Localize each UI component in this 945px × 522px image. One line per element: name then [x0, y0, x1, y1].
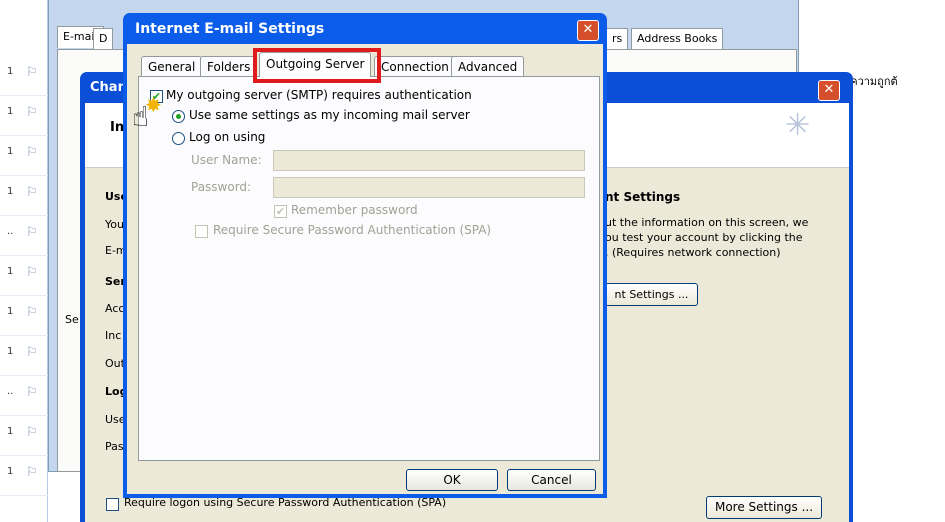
use-same-settings-label: Use same settings as my incoming mail se… — [189, 108, 470, 122]
password-label: Password: — [191, 180, 252, 194]
flag-icon[interactable]: ⚐ — [26, 225, 38, 240]
password-field[interactable] — [273, 177, 585, 198]
message-row[interactable]: .. ⚐ — [0, 216, 48, 256]
tab-data[interactable]: D — [93, 28, 114, 50]
account-settings-label: Se — [65, 313, 79, 326]
flag-icon[interactable]: ⚐ — [26, 425, 38, 440]
tab-address-books[interactable]: Address Books — [631, 28, 724, 50]
password-label-bg: Pas — [105, 440, 124, 453]
flag-icon[interactable]: ⚐ — [26, 145, 38, 160]
test-account-settings-button[interactable]: nt Settings ... — [605, 283, 698, 306]
message-row[interactable]: 1 ⚐ — [0, 56, 48, 96]
tab-connection[interactable]: Connection — [374, 56, 456, 77]
use-same-settings-radio[interactable] — [172, 110, 185, 123]
change-account-title: Chan — [90, 80, 127, 95]
flag-icon[interactable]: ⚐ — [26, 265, 38, 280]
message-number: 1 — [7, 466, 14, 477]
flag-icon[interactable]: ⚐ — [26, 185, 38, 200]
message-number: 1 — [7, 146, 14, 157]
incoming-server-label: Inc — [105, 329, 122, 342]
flag-icon[interactable]: ⚐ — [26, 105, 38, 120]
change-account-close-button[interactable]: ✕ — [818, 80, 840, 101]
message-list: 1 ⚐ 1 ⚐ 1 ⚐ 1 ⚐.. ⚐ 1 ⚐ 1 ⚐ 1 ⚐.. ⚐ 1 ⚐ 1 ⚐ — [0, 0, 48, 522]
message-row[interactable]: .. ⚐ — [0, 376, 48, 416]
remember-password-label: Remember password — [291, 203, 418, 217]
message-row[interactable]: 1 ⚐ — [0, 336, 48, 376]
message-number: .. — [7, 386, 14, 397]
account-type-label: Acc — [105, 302, 125, 315]
message-number: 1 — [7, 426, 14, 437]
message-number: 1 — [7, 306, 14, 317]
message-row[interactable]: 1 ⚐ — [0, 296, 48, 336]
log-on-using-label: Log on using — [189, 130, 266, 144]
your-name-label: You — [105, 218, 124, 231]
more-settings-button[interactable]: More Settings ... — [706, 496, 822, 519]
outgoing-server-label: Out — [105, 357, 125, 370]
remember-password-checkbox[interactable]: ✔ — [274, 205, 287, 218]
test-settings-text-1: ut the information on this screen, we — [605, 216, 809, 229]
message-row[interactable]: 1 ⚐ — [0, 96, 48, 136]
tab-rss[interactable]: rs — [606, 28, 629, 50]
require-spa-label: Require Secure Password Authentication (… — [213, 223, 492, 237]
flag-icon[interactable]: ⚐ — [26, 305, 38, 320]
hand-pointer-icon: ☝ — [132, 100, 150, 133]
wizard-cursor-icon: ✳ — [785, 108, 811, 143]
tab-advanced[interactable]: Advanced — [451, 56, 525, 77]
username-label: User Name: — [191, 153, 262, 167]
require-logon-spa-checkbox[interactable] — [106, 498, 119, 511]
cancel-button[interactable]: Cancel — [507, 469, 596, 491]
change-account-header-text: In — [110, 120, 125, 135]
test-settings-heading: nt Settings — [605, 190, 681, 204]
flag-icon[interactable]: ⚐ — [26, 345, 38, 360]
message-row[interactable]: 1 ⚐ — [0, 256, 48, 296]
username-field[interactable] — [273, 150, 585, 171]
message-row[interactable]: 1 ⚐ — [0, 416, 48, 456]
tab-folders[interactable]: Folders — [200, 56, 258, 77]
message-number: 1 — [7, 266, 14, 277]
message-row[interactable]: 1 ⚐ — [0, 456, 48, 496]
ok-button[interactable]: OK — [406, 469, 498, 491]
flag-icon[interactable]: ⚐ — [26, 65, 38, 80]
message-number: 1 — [7, 66, 14, 77]
smtp-auth-label: My outgoing server (SMTP) requires authe… — [166, 88, 472, 102]
message-number: 1 — [7, 346, 14, 357]
test-settings-text-2: ou test your account by clicking the — [605, 231, 803, 244]
tab-highlight-box — [253, 48, 381, 83]
dialog-close-button[interactable]: ✕ — [577, 20, 599, 41]
require-spa-checkbox[interactable] — [195, 225, 208, 238]
dialog-title: Internet E-mail Settings — [135, 21, 325, 37]
message-number: 1 — [7, 106, 14, 117]
message-row[interactable]: 1 ⚐ — [0, 136, 48, 176]
log-on-using-radio[interactable] — [172, 132, 185, 145]
test-settings-text-3: . (Requires network connection) — [605, 246, 781, 259]
flag-icon[interactable]: ⚐ — [26, 385, 38, 400]
message-number: .. — [7, 226, 14, 237]
message-row[interactable]: 1 ⚐ — [0, 176, 48, 216]
message-number: 1 — [7, 186, 14, 197]
tab-general[interactable]: General — [141, 56, 203, 77]
flag-icon[interactable]: ⚐ — [26, 465, 38, 480]
